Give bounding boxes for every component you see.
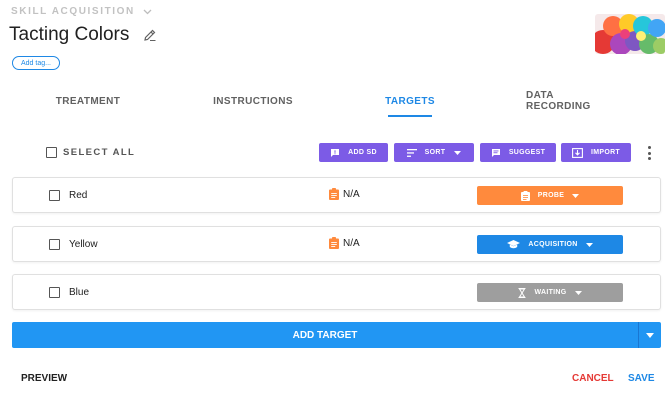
target-note: N/A <box>329 237 360 249</box>
more-options-icon[interactable] <box>642 145 656 161</box>
target-card: Red N/A PROBE <box>12 177 661 213</box>
add-target-button[interactable]: ADD TARGET <box>12 322 638 348</box>
targets-toolbar: SELECT ALL ADD SD SORT SUGGEST IMPORT <box>0 140 670 166</box>
comment-icon <box>491 148 501 158</box>
add-sd-label: ADD SD <box>348 149 377 156</box>
import-label: IMPORT <box>590 149 621 156</box>
graduation-cap-icon <box>507 240 521 249</box>
clipboard-icon <box>329 237 339 249</box>
select-all[interactable]: SELECT ALL <box>46 147 135 158</box>
tab-bar: TREATMENT INSTRUCTIONS TARGETS DATA RECO… <box>0 84 670 118</box>
category-selector[interactable]: SKILL ACQUISITION <box>11 6 152 17</box>
target-name: Blue <box>69 287 90 298</box>
chevron-down-icon <box>143 9 152 15</box>
status-dropdown-waiting[interactable]: WAITING <box>477 283 623 302</box>
sort-icon <box>406 148 417 157</box>
tab-treatment[interactable]: TREATMENT <box>52 84 124 118</box>
import-button[interactable]: IMPORT <box>561 143 631 162</box>
preview-button[interactable]: PREVIEW <box>21 373 67 384</box>
tab-instructions[interactable]: INSTRUCTIONS <box>210 84 296 118</box>
clipboard-icon <box>329 188 339 200</box>
title-row: Tacting Colors <box>9 24 157 46</box>
target-card: Blue WAITING <box>12 274 661 310</box>
status-label: ACQUISITION <box>528 241 578 248</box>
edit-title-button[interactable] <box>143 28 157 42</box>
suggest-label: SUGGEST <box>508 149 546 156</box>
target-note: N/A <box>329 188 360 200</box>
sort-button[interactable]: SORT <box>394 143 474 162</box>
program-thumbnail <box>595 14 665 54</box>
caret-down-icon <box>574 290 582 295</box>
caret-down-icon <box>454 150 462 155</box>
clipboard-icon <box>520 190 530 201</box>
hourglass-icon <box>518 287 526 298</box>
sort-label: SORT <box>424 149 446 156</box>
tab-data-recording[interactable]: DATA RECORDING <box>526 84 620 118</box>
cancel-button[interactable]: CANCEL <box>572 373 614 384</box>
target-note-text: N/A <box>343 237 360 249</box>
tab-targets[interactable]: TARGETS <box>383 84 437 118</box>
target-checkbox[interactable] <box>49 239 60 250</box>
caret-down-icon <box>585 242 593 247</box>
target-name: Red <box>69 190 88 201</box>
status-label: PROBE <box>537 192 565 199</box>
status-label: WAITING <box>534 289 567 296</box>
target-checkbox[interactable] <box>49 287 60 298</box>
target-card: Yellow N/A ACQUISITION <box>12 226 661 262</box>
category-label: SKILL ACQUISITION <box>11 6 135 17</box>
target-note-text: N/A <box>343 188 360 200</box>
status-dropdown-acquisition[interactable]: ACQUISITION <box>477 235 623 254</box>
add-tag-button[interactable]: Add tag... <box>12 56 60 70</box>
status-dropdown-probe[interactable]: PROBE <box>477 186 623 205</box>
add-target-menu-button[interactable] <box>638 322 661 348</box>
page-title: Tacting Colors <box>9 24 130 45</box>
caret-down-icon <box>646 332 654 338</box>
target-name: Yellow <box>69 239 98 250</box>
caret-down-icon <box>572 193 580 198</box>
select-all-label: SELECT ALL <box>63 147 136 158</box>
suggest-button[interactable]: SUGGEST <box>480 143 556 162</box>
save-button[interactable]: SAVE <box>628 373 655 384</box>
add-sd-button[interactable]: ADD SD <box>319 143 388 162</box>
active-tab-indicator <box>388 115 432 117</box>
import-icon <box>572 147 583 158</box>
pencil-icon <box>144 29 156 41</box>
feedback-icon <box>330 148 340 158</box>
select-all-checkbox[interactable] <box>46 147 57 158</box>
target-checkbox[interactable] <box>49 190 60 201</box>
